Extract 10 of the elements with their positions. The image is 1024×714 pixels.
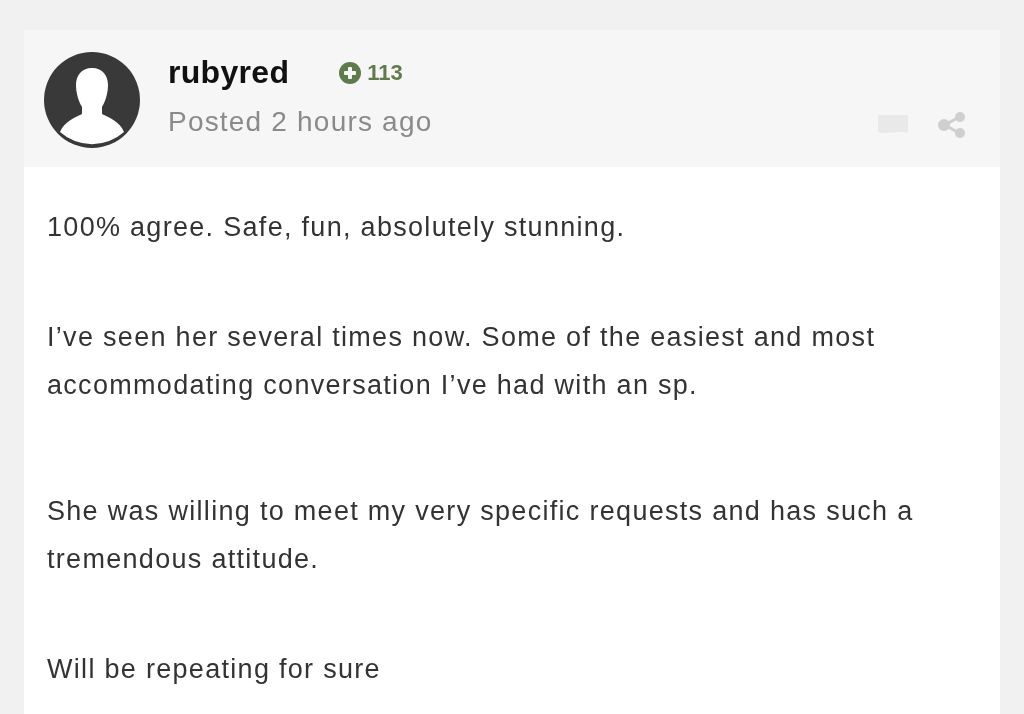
reputation-count: 113 (367, 59, 403, 87)
post-time: Posted 2 hours ago (168, 105, 433, 139)
plus-circle-icon (339, 62, 362, 84)
share-icon[interactable] (938, 112, 966, 138)
post-paragraph: I’ve seen her several times now. Some of the easiest and most accommodating conversation I’ve had with an sp. (47, 321, 877, 402)
avatar-silhouette-icon (44, 52, 140, 148)
username[interactable]: rubyred (168, 52, 290, 92)
post-paragraph: 100% agree. Safe, fun, absolutely stunning. (47, 211, 627, 244)
post-paragraph: She was willing to meet my very specific requests and has such a tremendous attitude. (47, 495, 915, 576)
post-paragraph: Will be repeating for sure (47, 653, 382, 686)
